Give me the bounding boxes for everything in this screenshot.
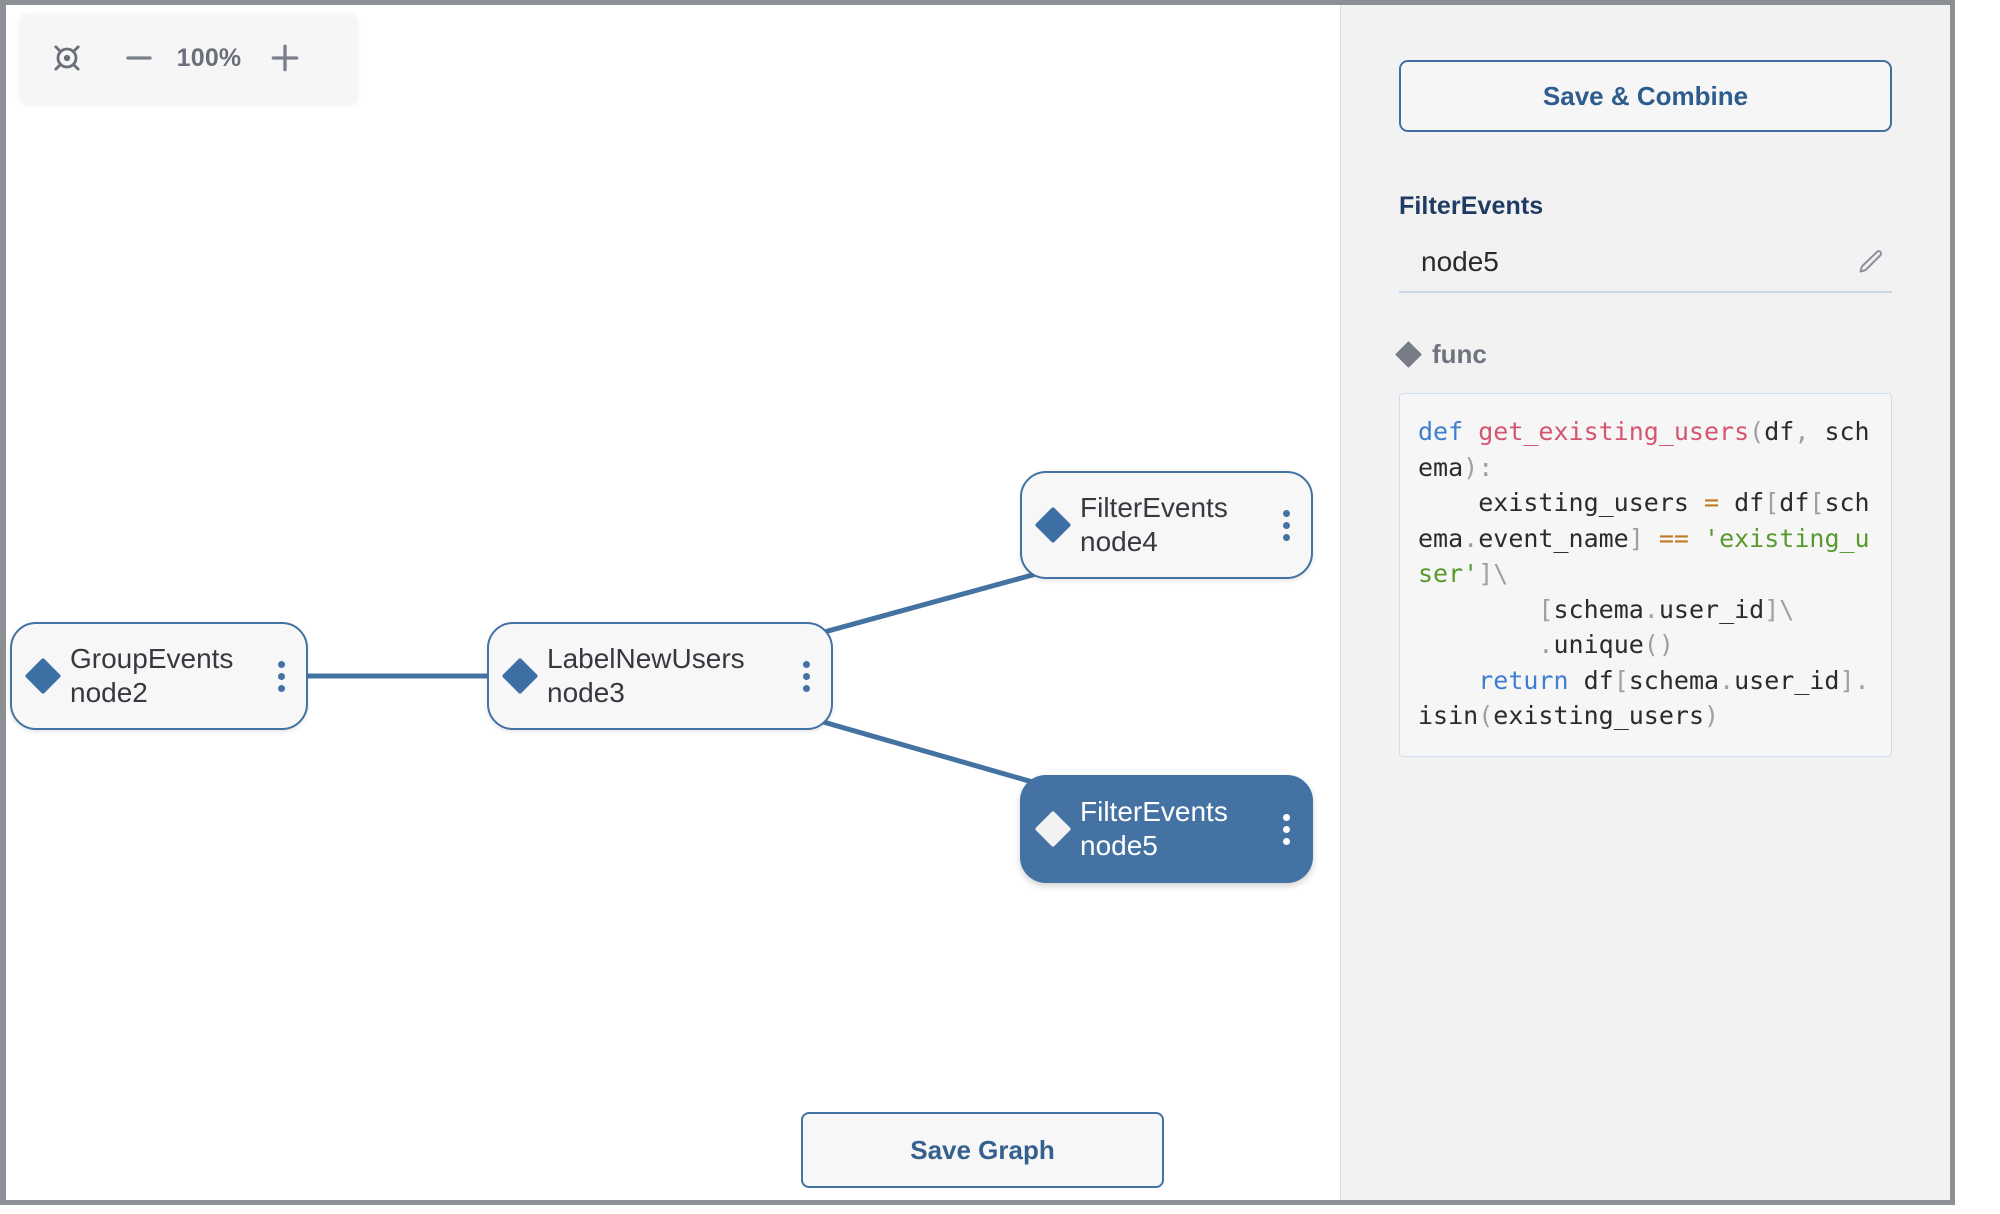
- zoom-toolbar: 100%: [20, 13, 357, 103]
- zoom-in-button[interactable]: [254, 27, 316, 89]
- graph-node-node5[interactable]: FilterEvents node5: [1020, 775, 1313, 883]
- node-type-label: FilterEvents: [1080, 491, 1228, 523]
- inspector-node-type: FilterEvents: [1399, 192, 1544, 220]
- node-menu-button[interactable]: [270, 655, 292, 697]
- node-menu-button[interactable]: [795, 655, 817, 697]
- node-menu-button[interactable]: [1275, 504, 1297, 546]
- node-type-label: GroupEvents: [70, 642, 234, 674]
- edge-node3-node5: [805, 714, 1037, 786]
- save-and-combine-button[interactable]: Save & Combine: [1399, 60, 1892, 132]
- zoom-out-button[interactable]: [108, 27, 170, 89]
- node-type-label: LabelNewUsers: [547, 642, 745, 674]
- graph-canvas[interactable]: 100% GroupEvents node2 LabelNewUsers nod…: [6, 5, 1340, 1200]
- focus-target-icon[interactable]: [36, 27, 98, 89]
- func-section-label: func: [1432, 339, 1487, 369]
- save-graph-button[interactable]: Save Graph: [801, 1112, 1164, 1188]
- node-type-diamond-icon: [1034, 810, 1072, 848]
- node-inspector-panel: Save & Combine FilterEvents node5 func d…: [1340, 5, 1950, 1200]
- node-type-label: FilterEvents: [1080, 795, 1228, 827]
- node-id-label: node3: [547, 677, 625, 708]
- diamond-icon: [1395, 341, 1422, 368]
- node-type-diamond-icon: [24, 657, 62, 695]
- edge-node3-node4: [805, 571, 1037, 640]
- node-id-label: node5: [1080, 830, 1158, 861]
- graph-node-node2[interactable]: GroupEvents node2: [10, 622, 308, 730]
- app-window: 100% GroupEvents node2 LabelNewUsers nod…: [0, 0, 1955, 1205]
- func-code-block[interactable]: def get_existing_users(df, schema): exis…: [1399, 393, 1892, 757]
- graph-node-node3[interactable]: LabelNewUsers node3: [487, 622, 833, 730]
- node-id-label: node4: [1080, 526, 1158, 557]
- zoom-level-label: 100%: [176, 43, 242, 72]
- graph-edges: [308, 571, 1037, 786]
- node-name-field[interactable]: node5: [1399, 245, 1892, 293]
- node-menu-button[interactable]: [1275, 808, 1297, 850]
- node-type-diamond-icon: [1034, 506, 1072, 544]
- pencil-icon[interactable]: [1854, 245, 1888, 279]
- func-section-header: func: [1395, 339, 1892, 370]
- node-id-label: node2: [70, 677, 148, 708]
- node-name-value: node5: [1421, 246, 1499, 277]
- node-type-diamond-icon: [501, 657, 539, 695]
- graph-node-node4[interactable]: FilterEvents node4: [1020, 471, 1313, 579]
